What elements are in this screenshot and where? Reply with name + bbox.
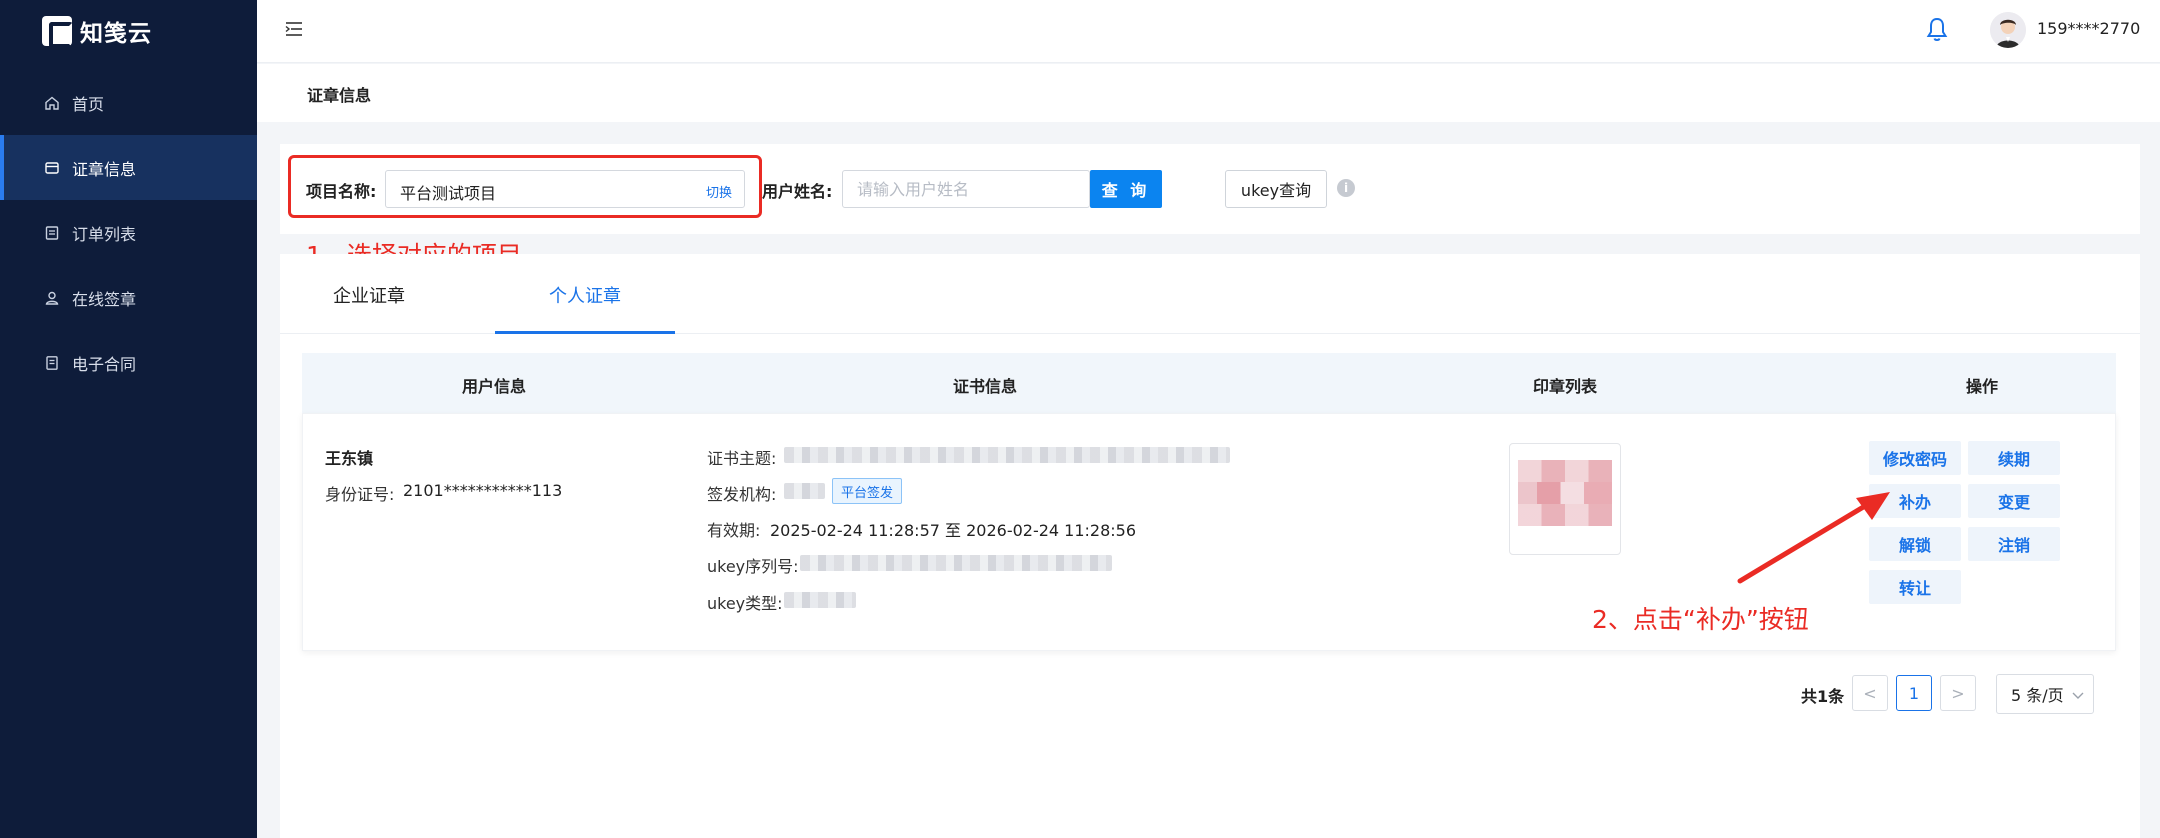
user-name: 王东镇 [325, 449, 374, 468]
query-button[interactable]: 查 询 [1090, 170, 1162, 208]
sidebar-nav: 首页 证章信息 订单列表 在线签章 电子合同 [0, 70, 257, 395]
renew-button[interactable]: 续期 [1968, 441, 2060, 475]
user-name-label: 用户姓名: [762, 182, 833, 201]
column-header-cert: 证书信息 [953, 377, 1018, 396]
pagination-page-1[interactable]: 1 [1896, 675, 1932, 711]
sidebar-item-seal-info[interactable]: 证章信息 [0, 135, 257, 200]
user-icon [44, 290, 60, 306]
change-password-button[interactable]: 修改密码 [1869, 441, 1961, 475]
sidebar-item-label: 证章信息 [72, 159, 137, 179]
issuer-tag: 平台签发 [832, 478, 903, 504]
ukey-query-button[interactable]: ukey查询 [1225, 170, 1327, 208]
cert-subject-redacted [784, 447, 1230, 463]
id-value: 2101***********113 [403, 481, 563, 500]
seal-image[interactable] [1509, 443, 1621, 555]
validity-value: 2025-02-24 11:28:57 至 2026-02-24 11:28:5… [770, 521, 1137, 540]
validity-label: 有效期: [707, 521, 761, 540]
sidebar-item-contracts[interactable]: 电子合同 [0, 330, 257, 395]
ukey-type-redacted [784, 592, 856, 608]
annotation-arrow-icon [1737, 492, 1890, 584]
ukey-type-label: ukey类型: [707, 594, 783, 613]
table-header: 用户信息 证书信息 印章列表 操作 [302, 353, 2116, 413]
app-logo[interactable]: 知笺云 [42, 15, 152, 48]
sidebar-item-label: 在线签章 [72, 289, 137, 309]
cert-subject-label: 证书主题: [707, 449, 777, 468]
ukey-serial-redacted [800, 555, 1112, 571]
tab-bar: 企业证章 个人证章 [280, 254, 2140, 334]
sidebar: 知笺云 首页 证章信息 订单列表 在线签章 电子合同 [0, 0, 257, 838]
tab-personal-seal[interactable]: 个人证章 [549, 282, 621, 308]
annotation-step2: 2、点击“补办”按钮 [1592, 605, 1809, 634]
column-header-user: 用户信息 [462, 377, 527, 396]
home-icon [44, 95, 60, 111]
ukey-serial-label: ukey序列号: [707, 557, 799, 576]
breadcrumb-bar: 证章信息 [257, 64, 2160, 122]
column-header-seals: 印章列表 [1533, 377, 1598, 396]
tab-active-indicator [495, 331, 675, 334]
bell-icon[interactable] [1925, 16, 1949, 44]
logo-text: 知笺云 [80, 21, 152, 47]
tab-enterprise-seal[interactable]: 企业证章 [333, 282, 405, 308]
sidebar-item-label: 订单列表 [72, 224, 137, 244]
pagination-prev-button[interactable]: < [1852, 675, 1888, 711]
modify-button[interactable]: 变更 [1968, 484, 2060, 518]
contract-icon [44, 355, 60, 371]
list-icon [44, 225, 60, 241]
sidebar-item-home[interactable]: 首页 [0, 70, 257, 135]
topbar: 159****2770 [257, 0, 2160, 63]
sidebar-item-online-sign[interactable]: 在线签章 [0, 265, 257, 330]
user-name-input[interactable] [842, 170, 1090, 208]
annotation-highlight-box [288, 155, 762, 218]
menu-collapse-icon[interactable] [285, 20, 303, 38]
pagination-next-button[interactable]: > [1940, 675, 1976, 711]
chevron-down-icon [2072, 685, 2084, 704]
logo-icon [42, 16, 73, 48]
page-size-value: 5 条/页 [2011, 686, 2064, 705]
column-header-actions: 操作 [1966, 377, 1999, 396]
sidebar-item-orders[interactable]: 订单列表 [0, 200, 257, 265]
page-title: 证章信息 [307, 86, 372, 105]
avatar[interactable] [1990, 12, 2026, 48]
sidebar-item-label: 电子合同 [72, 354, 137, 374]
id-label: 身份证号: [325, 485, 395, 504]
info-icon[interactable]: i [1337, 179, 1355, 197]
revoke-button[interactable]: 注销 [1968, 527, 2060, 561]
page-size-select[interactable]: 5 条/页 [1996, 674, 2094, 714]
issuer-label: 签发机构: [707, 485, 777, 504]
card-icon [44, 160, 60, 176]
issuer-redacted [784, 483, 825, 499]
seal-redacted [1518, 460, 1612, 526]
user-phone[interactable]: 159****2770 [2037, 19, 2140, 38]
sidebar-item-label: 首页 [72, 94, 105, 114]
pagination-total: 共1条 [1801, 687, 1845, 706]
